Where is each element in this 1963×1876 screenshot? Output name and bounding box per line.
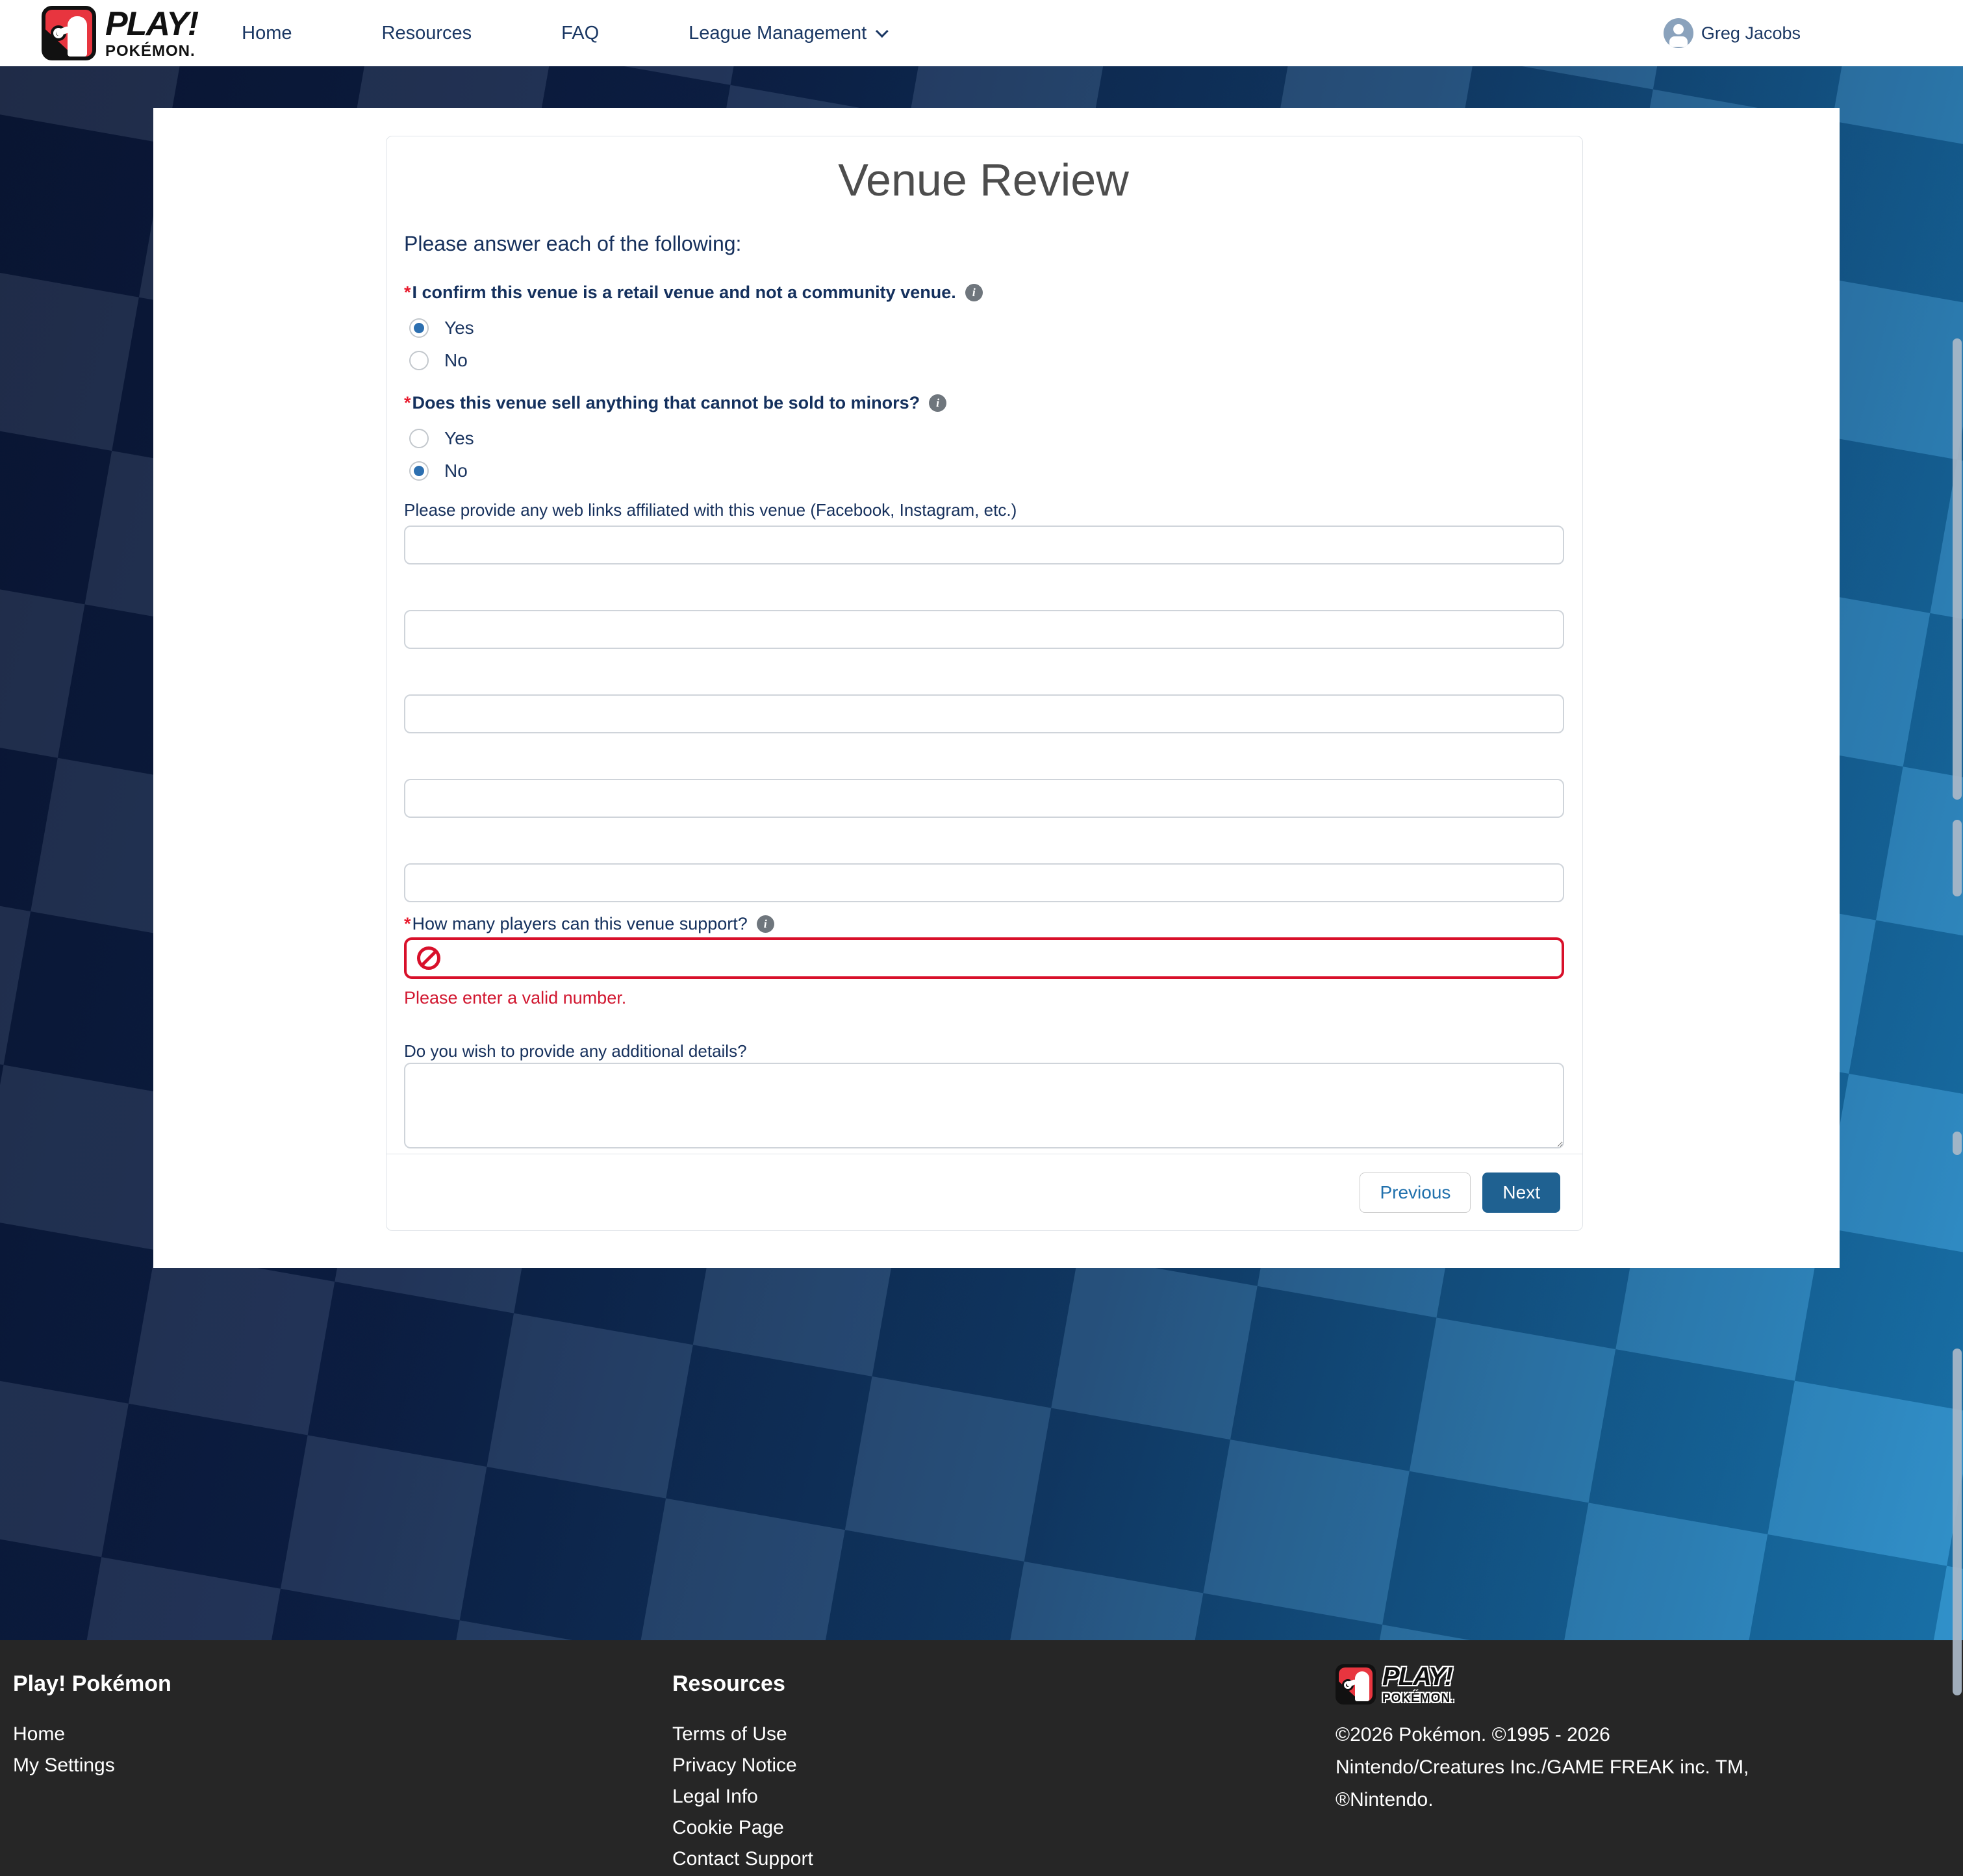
checkered-background: Venue Review Please answer each of the f… [0, 66, 1963, 1640]
nav-resources[interactable]: Resources [382, 23, 472, 44]
nav-league-management[interactable]: League Management [689, 23, 885, 44]
info-icon[interactable]: i [929, 394, 946, 412]
nav-faq[interactable]: FAQ [561, 23, 599, 44]
copyright-line: Nintendo/Creatures Inc./GAME FREAK inc. … [1336, 1751, 1749, 1784]
content-panel: Venue Review Please answer each of the f… [153, 108, 1840, 1268]
chevron-down-icon [876, 25, 889, 38]
scrollbar-thumb[interactable] [1953, 338, 1962, 800]
players-count-error: Please enter a valid number. [404, 988, 1563, 1008]
footer-brand-heading: Play! Pokémon [13, 1671, 171, 1697]
copyright-line: ®Nintendo. [1336, 1784, 1749, 1816]
footer-link-my-settings[interactable]: My Settings [13, 1750, 115, 1781]
footer-link-contact[interactable]: Contact Support [672, 1844, 813, 1875]
question-retail-venue-label: *I confirm this venue is a retail venue … [404, 281, 1563, 303]
site-footer: Play! Pokémon Home My Settings Resources… [0, 1640, 1963, 1876]
footer-link-cookie[interactable]: Cookie Page [672, 1812, 784, 1844]
invalid-prohibition-icon [417, 946, 440, 970]
required-asterisk: * [404, 393, 411, 412]
user-name: Greg Jacobs [1701, 23, 1801, 44]
play-pokemon-logo[interactable]: PLAY! POKÉMON. [42, 6, 197, 60]
web-link-input-2[interactable] [404, 610, 1564, 649]
footer-link-home[interactable]: Home [13, 1719, 65, 1750]
copyright-line: ©2026 Pokémon. ©1995 - 2026 [1336, 1719, 1749, 1751]
radio-button-icon [409, 461, 429, 481]
required-asterisk: * [404, 283, 411, 302]
web-link-input-3[interactable] [404, 694, 1564, 733]
question-minors-label: *Does this venue sell anything that cann… [404, 392, 1563, 414]
radio-button-icon [409, 429, 429, 448]
players-count-label: *How many players can this venue support… [404, 913, 1563, 935]
radio-minors-no[interactable]: No [409, 460, 1563, 482]
user-avatar-icon [1664, 18, 1693, 48]
play-pokemon-badge-icon [1336, 1664, 1376, 1705]
main-nav: Home Resources FAQ League Management [242, 23, 885, 44]
nav-home[interactable]: Home [242, 23, 292, 44]
radio-retail-no[interactable]: No [409, 349, 1563, 372]
web-link-input-5[interactable] [404, 863, 1564, 902]
card-footer: Previous Next [386, 1154, 1582, 1230]
additional-details-label: Do you wish to provide any additional de… [404, 1041, 1563, 1061]
page-title: Venue Review [404, 154, 1563, 206]
previous-button[interactable]: Previous [1360, 1172, 1471, 1213]
web-link-input-1[interactable] [404, 526, 1564, 564]
scrollbar-thumb[interactable] [1953, 820, 1962, 896]
logo-play-text: PLAY! [105, 7, 197, 41]
scrollbar-thumb[interactable] [1953, 1349, 1962, 1695]
venue-review-card: Venue Review Please answer each of the f… [386, 136, 1583, 1231]
next-button[interactable]: Next [1482, 1172, 1560, 1213]
logo-pokemon-text: POKÉMON. [105, 44, 197, 59]
footer-link-privacy[interactable]: Privacy Notice [672, 1750, 797, 1781]
footer-resources-heading: Resources [672, 1671, 813, 1697]
radio-retail-yes[interactable]: Yes [409, 317, 1563, 339]
radio-minors-yes[interactable]: Yes [409, 427, 1563, 450]
footer-play-pokemon-logo: PLAY! POKÉMON. [1336, 1664, 1749, 1705]
additional-details-textarea[interactable] [404, 1063, 1564, 1148]
web-links-label: Please provide any web links affiliated … [404, 500, 1563, 520]
required-asterisk: * [404, 914, 411, 933]
play-pokemon-badge-icon [42, 6, 96, 60]
info-icon[interactable]: i [965, 284, 983, 301]
radio-button-icon [409, 318, 429, 338]
web-link-input-4[interactable] [404, 779, 1564, 818]
footer-link-legal[interactable]: Legal Info [672, 1781, 758, 1812]
radio-button-icon [409, 351, 429, 370]
scrollbar-thumb[interactable] [1953, 1132, 1962, 1155]
user-menu[interactable]: Greg Jacobs [1664, 18, 1801, 48]
footer-link-terms[interactable]: Terms of Use [672, 1719, 787, 1750]
players-count-input[interactable] [404, 937, 1564, 979]
site-header: PLAY! POKÉMON. Home Resources FAQ League… [0, 0, 1963, 66]
form-intro: Please answer each of the following: [404, 232, 1563, 255]
info-icon[interactable]: i [757, 915, 774, 933]
